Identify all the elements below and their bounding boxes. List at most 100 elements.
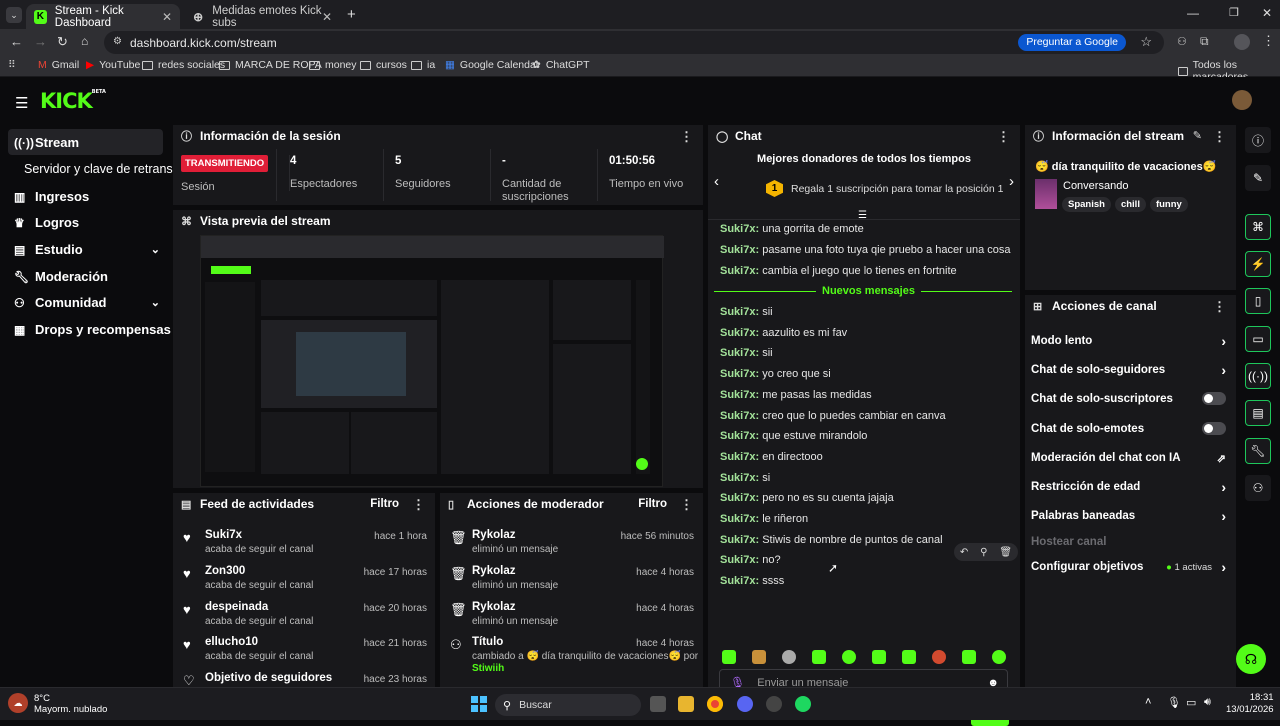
discord-icon[interactable] bbox=[737, 696, 753, 712]
emote-icon[interactable] bbox=[932, 650, 946, 664]
lightning-icon[interactable]: ⚡ bbox=[1245, 251, 1271, 277]
chat-bubble-icon[interactable]: ▭ bbox=[1245, 326, 1271, 352]
emote-icon[interactable] bbox=[902, 650, 916, 664]
stream-preview-video[interactable] bbox=[200, 235, 664, 487]
chat-message[interactable]: Suki7x: no? bbox=[720, 554, 781, 566]
apps-icon[interactable]: ⠿ bbox=[8, 59, 16, 71]
taskbar-search[interactable]: ⚲ Buscar bbox=[495, 694, 641, 716]
emote-icon[interactable] bbox=[782, 650, 796, 664]
action-age-restriction[interactable]: Restricción de edad › bbox=[1031, 479, 1226, 495]
pin-icon[interactable]: ⚲ bbox=[980, 547, 987, 558]
sidebar-item-stream[interactable]: ((·)) Stream bbox=[14, 135, 79, 150]
tab-medidas-emotes[interactable]: ⊕ Medidas emotes Kick subs ✕ bbox=[184, 4, 340, 29]
sidebar-item-drops[interactable]: ▦ Drops y recompensas bbox=[14, 322, 171, 337]
more-options-icon[interactable]: ⋮ bbox=[680, 497, 693, 513]
close-window-button[interactable]: ✕ bbox=[1262, 6, 1272, 20]
bookmark-ia[interactable]: ia bbox=[411, 59, 435, 71]
browser-menu-icon[interactable]: ⋮ bbox=[1262, 33, 1275, 49]
bookmark-star-icon[interactable]: ☆ bbox=[1140, 34, 1152, 50]
action-followers-only[interactable]: Chat de solo-seguidores › bbox=[1031, 362, 1226, 378]
maximize-button[interactable]: ❐ bbox=[1229, 6, 1239, 19]
file-explorer-icon[interactable] bbox=[678, 696, 694, 712]
clock[interactable]: 18:31 13/01/2026 bbox=[1226, 692, 1274, 716]
filter-button[interactable]: Filtro bbox=[638, 498, 667, 510]
reload-icon[interactable]: ↻ bbox=[57, 34, 68, 50]
ask-google-button[interactable]: Preguntar a Google bbox=[1018, 34, 1126, 51]
undo-icon[interactable]: ↶ bbox=[960, 547, 968, 558]
camera-icon[interactable]: ⌘ bbox=[1245, 214, 1271, 240]
wrench-icon[interactable]: 🔧︎ bbox=[1245, 438, 1271, 464]
file-icon[interactable]: ▯ bbox=[1245, 288, 1271, 314]
microphone-icon[interactable]: 🎙︎ bbox=[1167, 696, 1181, 709]
bookmark-money[interactable]: money bbox=[309, 59, 357, 71]
chat-message[interactable]: Suki7x: yo creo que si bbox=[720, 368, 831, 380]
hamburger-menu-icon[interactable]: ☰ bbox=[15, 94, 28, 112]
url-field[interactable]: ⚙ dashboard.kick.com/stream Preguntar a … bbox=[104, 31, 1164, 54]
chat-message[interactable]: Suki7x: sii bbox=[720, 306, 773, 318]
edit-icon[interactable]: ✎ bbox=[1245, 165, 1271, 191]
chat-message[interactable]: Suki7x: ssss bbox=[720, 575, 784, 587]
back-icon[interactable]: ← bbox=[10, 34, 23, 49]
tag[interactable]: chill bbox=[1114, 197, 1146, 212]
support-headset-icon[interactable]: ☊ bbox=[1236, 644, 1266, 674]
delete-icon[interactable]: 🗑︎ bbox=[999, 547, 1012, 558]
emote-icon[interactable] bbox=[992, 650, 1006, 664]
new-tab-button[interactable]: + bbox=[347, 6, 356, 23]
kick-logo[interactable]: KICKBETA bbox=[40, 89, 106, 113]
emote-icon[interactable] bbox=[872, 650, 886, 664]
volume-icon[interactable]: 🔊︎ bbox=[1204, 696, 1211, 709]
more-options-icon[interactable]: ⋮ bbox=[680, 129, 693, 145]
emote-icon[interactable] bbox=[842, 650, 856, 664]
sidebar-item-server-key[interactable]: Servidor y clave de retransm bbox=[24, 162, 183, 176]
profile-avatar[interactable] bbox=[1234, 34, 1250, 50]
tag[interactable]: funny bbox=[1149, 197, 1188, 212]
subscribers-only-toggle[interactable] bbox=[1202, 392, 1226, 405]
bookmark-marca-de-ropa[interactable]: MARCA DE ROPA bbox=[219, 59, 322, 71]
task-view-icon[interactable] bbox=[650, 696, 666, 712]
bookmark-youtube[interactable]: ▶ YouTube bbox=[86, 59, 140, 71]
sidebar-item-ingresos[interactable]: ▥ Ingresos bbox=[14, 189, 89, 204]
weather-widget[interactable]: 8°C Mayorm. nublado bbox=[34, 693, 107, 715]
action-slow-mode[interactable]: Modo lento › bbox=[1031, 333, 1226, 349]
action-subscribers-only[interactable]: Chat de solo-suscriptores bbox=[1031, 392, 1226, 405]
tab-search-button[interactable]: ⌄ bbox=[6, 7, 22, 23]
emote-icon[interactable] bbox=[812, 650, 826, 664]
filter-button[interactable]: Filtro bbox=[370, 498, 399, 510]
chrome-icon[interactable] bbox=[707, 696, 723, 712]
tag[interactable]: Spanish bbox=[1062, 197, 1111, 212]
bookmark-cursos[interactable]: cursos bbox=[360, 59, 407, 71]
more-options-icon[interactable]: ⋮ bbox=[1213, 129, 1226, 145]
emote-icon[interactable] bbox=[962, 650, 976, 664]
more-options-icon[interactable]: ⋮ bbox=[1213, 299, 1226, 315]
weather-icon[interactable]: ☁ bbox=[8, 693, 28, 713]
bookmark-google-calendar[interactable]: ▦ Google Calendar bbox=[445, 59, 539, 71]
chat-message[interactable]: Suki7x: si bbox=[720, 472, 770, 484]
bookmark-gmail[interactable]: M Gmail bbox=[38, 59, 79, 71]
home-icon[interactable]: ⌂ bbox=[81, 34, 88, 48]
edit-icon[interactable]: ✎ bbox=[1193, 129, 1202, 142]
chat-message[interactable]: Suki7x: le riñeron bbox=[720, 513, 808, 525]
spotify-icon[interactable] bbox=[795, 696, 811, 712]
sidebar-item-comunidad[interactable]: ⚇ Comunidad ⌄ bbox=[14, 295, 160, 310]
chat-message[interactable]: Suki7x: en directooo bbox=[720, 451, 823, 463]
emotes-only-toggle[interactable] bbox=[1202, 422, 1226, 435]
action-emotes-only[interactable]: Chat de solo-emotes bbox=[1031, 422, 1226, 435]
bookmark-redes-sociales[interactable]: redes sociales bbox=[142, 59, 225, 71]
puzzle-icon[interactable]: ⧉ bbox=[1200, 34, 1209, 49]
users-icon[interactable]: ⚇ bbox=[1245, 475, 1271, 501]
chat-message[interactable]: Suki7x: me pasas las medidas bbox=[720, 389, 872, 401]
user-avatar[interactable] bbox=[1232, 90, 1252, 110]
sidebar-item-estudio[interactable]: ▤ Estudio ⌄ bbox=[14, 242, 160, 257]
chat-message[interactable]: Suki7x: que estuve mirandolo bbox=[720, 430, 867, 442]
network-icon[interactable]: ▭ bbox=[1186, 696, 1196, 709]
action-banned-words[interactable]: Palabras baneadas › bbox=[1031, 508, 1226, 524]
chat-message[interactable]: Suki7x: cambia el juego que lo tienes en… bbox=[720, 265, 957, 277]
emote-icon[interactable] bbox=[722, 650, 736, 664]
chat-message[interactable]: Suki7x: pero no es su cuenta jajaja bbox=[720, 492, 894, 504]
close-tab-icon[interactable]: ✕ bbox=[322, 10, 332, 24]
more-options-icon[interactable]: ⋮ bbox=[412, 497, 425, 513]
info-icon[interactable]: ⓘ bbox=[1245, 127, 1271, 153]
close-tab-icon[interactable]: ✕ bbox=[162, 10, 172, 24]
tab-kick-dashboard[interactable]: K Stream - Kick Dashboard ✕ bbox=[26, 4, 180, 29]
chevron-right-icon[interactable]: › bbox=[1009, 173, 1014, 190]
